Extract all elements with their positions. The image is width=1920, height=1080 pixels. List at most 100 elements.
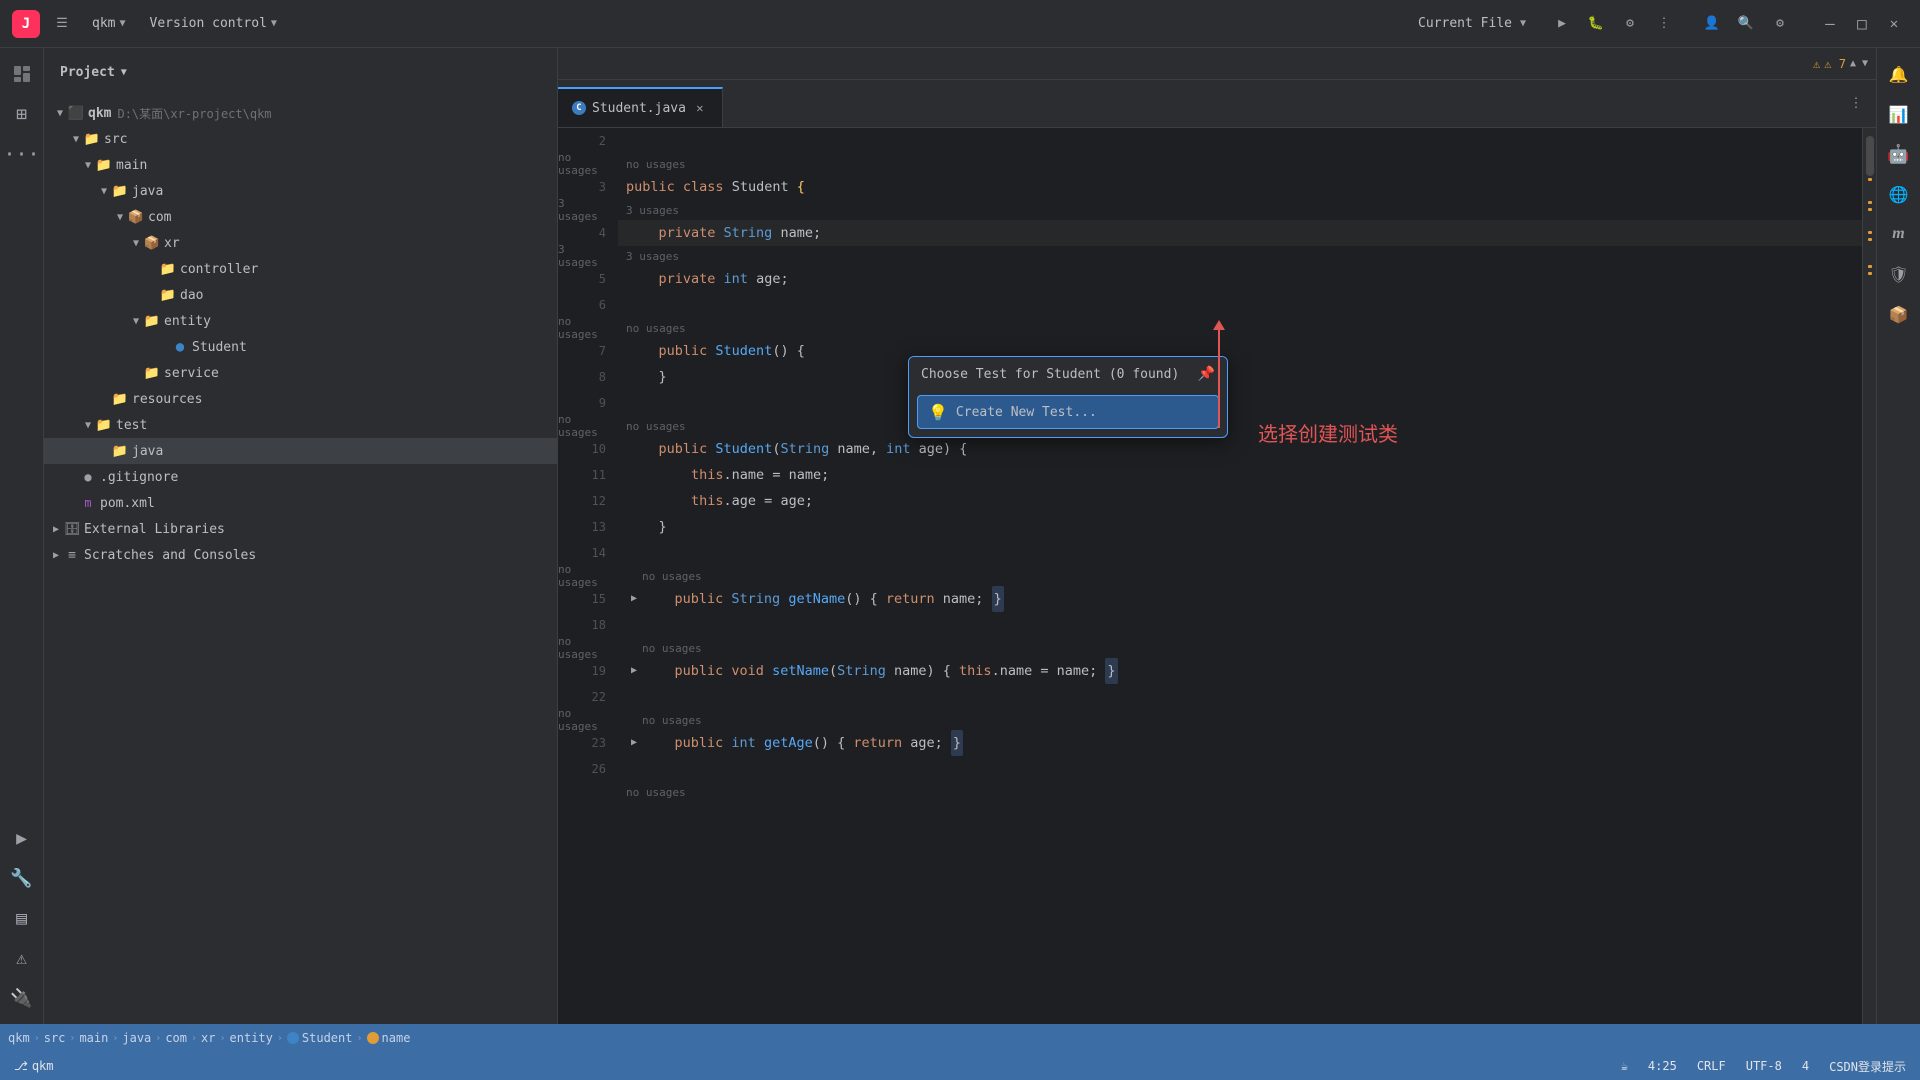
run-button[interactable]: ▶ — [1546, 8, 1578, 40]
line-10: 10 — [558, 436, 618, 462]
settings-button[interactable]: ⚙ — [1764, 8, 1796, 40]
tab-label: Student.java — [592, 101, 686, 116]
line-13: 13 — [558, 514, 618, 540]
maven-icon[interactable]: m — [1881, 216, 1917, 252]
bc-src[interactable]: src — [44, 1031, 66, 1045]
code-line-6 — [618, 292, 1862, 318]
browser-icon[interactable]: 🌐 — [1881, 176, 1917, 212]
tree-item-com[interactable]: ▼ 📦 com — [44, 204, 557, 230]
activity-icon-more[interactable]: ··· — [4, 136, 40, 172]
more-actions-button[interactable]: ⋮ — [1648, 8, 1680, 40]
vcs-selector[interactable]: Version control ▼ — [142, 12, 285, 35]
tree-item-qkm[interactable]: ▼ ⬛ qkm D:\某面\xr-project\qkm — [44, 100, 557, 126]
tree-item-scratches[interactable]: ▶ ≡ Scratches and Consoles — [44, 542, 557, 568]
type-int: int — [724, 266, 757, 292]
arrow-icon: ▼ — [68, 131, 84, 147]
profile-button[interactable]: ⚙ — [1614, 8, 1646, 40]
annotation-3usages-4: 3 usages — [558, 197, 606, 223]
status-csdn[interactable]: CSDN登录提示 — [1823, 1056, 1912, 1077]
activity-icon-structure[interactable]: ⊞ — [4, 96, 40, 132]
code-line-8: } — [618, 364, 1862, 390]
ai-assistant-icon[interactable]: 🤖 — [1881, 136, 1917, 172]
open-brace: { — [797, 174, 805, 200]
code-line-2 — [618, 128, 1862, 154]
activity-icon-run[interactable]: ▶ — [4, 820, 40, 856]
tree-item-gitignore[interactable]: ▶ ● .gitignore — [44, 464, 557, 490]
recent-files-button[interactable]: ⋮ — [1840, 87, 1872, 119]
status-java[interactable]: ☕ — [1615, 1057, 1634, 1075]
tree-label: .gitignore — [100, 470, 178, 485]
bc-main[interactable]: main — [79, 1031, 108, 1045]
type-string: String — [724, 220, 781, 246]
editor-scrollbar[interactable] — [1862, 128, 1876, 1024]
bc-com[interactable]: com — [165, 1031, 187, 1045]
tree-item-test-java[interactable]: ▶ 📁 java — [44, 438, 557, 464]
shield-icon[interactable]: 🛡 — [1881, 256, 1917, 292]
main-area: ⊞ ··· ▶ 🔧 ▤ ⚠ 🔌 Project ▼ ▼ ⬛ qkm D:\某面\… — [0, 48, 1920, 1024]
package-manager-icon[interactable]: 📦 — [1881, 296, 1917, 332]
tree-item-dao[interactable]: ▶ 📁 dao — [44, 282, 557, 308]
hamburger-menu-icon[interactable]: ☰ — [48, 10, 76, 38]
bc-name[interactable]: name — [382, 1031, 411, 1045]
bc-xr[interactable]: xr — [201, 1031, 215, 1045]
status-line-separator[interactable]: CRLF — [1691, 1057, 1732, 1075]
expand-warnings-icon[interactable]: ▲ — [1850, 58, 1856, 69]
bc-entity[interactable]: entity — [230, 1031, 273, 1045]
bc-java[interactable]: java — [122, 1031, 151, 1045]
line-7: 7 — [558, 338, 618, 364]
fold-icon-19[interactable]: ▶ — [626, 663, 642, 679]
account-icon[interactable]: 👤 — [1696, 8, 1728, 40]
tree-item-pomxml[interactable]: ▶ m pom.xml — [44, 490, 557, 516]
tree-item-java-src[interactable]: ▼ 📁 java — [44, 178, 557, 204]
tree-item-student[interactable]: ▶ ● Student — [44, 334, 557, 360]
tree-item-external-libs[interactable]: ▶ 🗄 External Libraries — [44, 516, 557, 542]
notifications-icon[interactable]: 🔔 — [1881, 56, 1917, 92]
pin-button[interactable]: 📌 — [1198, 366, 1215, 382]
activity-icon-project[interactable] — [4, 56, 40, 92]
tree-item-service[interactable]: ▶ 📁 service — [44, 360, 557, 386]
line-11: 11 — [558, 462, 618, 488]
warning-mark-4 — [1868, 231, 1872, 234]
code-line-22 — [618, 684, 1862, 710]
create-new-test-item[interactable]: 💡 Create New Test... — [917, 395, 1219, 429]
tab-close-button[interactable]: ✕ — [692, 100, 708, 116]
gutter: 2 no usages 3 3 usages 4 3 usages 5 6 no… — [558, 128, 618, 1024]
tree-item-test[interactable]: ▼ 📁 test — [44, 412, 557, 438]
status-branch[interactable]: ⎇ qkm — [8, 1057, 60, 1075]
bookmarks-icon[interactable]: 📊 — [1881, 96, 1917, 132]
tree-item-main[interactable]: ▼ 📁 main — [44, 152, 557, 178]
class-name: Student — [732, 174, 797, 200]
fold-icon-15[interactable]: ▶ — [626, 591, 642, 607]
tree-item-resources[interactable]: ▶ 📁 resources — [44, 386, 557, 412]
status-position[interactable]: 4:25 — [1642, 1057, 1683, 1075]
code-content[interactable]: no usages public class Student { 3 usage… — [618, 128, 1862, 1024]
run-config-selector[interactable]: Current File ▼ — [1406, 12, 1538, 35]
close-button[interactable]: ✕ — [1880, 10, 1908, 38]
maximize-button[interactable]: □ — [1848, 10, 1876, 38]
project-selector[interactable]: qkm ▼ — [84, 12, 134, 35]
activity-icon-problems[interactable]: ⚠ — [4, 940, 40, 976]
search-button[interactable]: 🔍 — [1730, 8, 1762, 40]
status-encoding[interactable]: UTF-8 — [1740, 1057, 1788, 1075]
status-indent[interactable]: 4 — [1796, 1057, 1815, 1075]
tree-item-xr[interactable]: ▼ 📦 xr — [44, 230, 557, 256]
activity-icon-plugins[interactable]: 🔌 — [4, 980, 40, 1016]
minimize-button[interactable]: — — [1816, 10, 1844, 38]
titlebar: J ☰ qkm ▼ Version control ▼ Current File… — [0, 0, 1920, 48]
project-panel-header[interactable]: Project ▼ — [44, 48, 557, 96]
activity-icon-tools[interactable]: 🔧 — [4, 860, 40, 896]
bc-qkm[interactable]: qkm — [8, 1031, 30, 1045]
activity-icon-terminal[interactable]: ▤ — [4, 900, 40, 936]
line-15: 15 — [558, 586, 618, 612]
debug-button[interactable]: 🐛 — [1580, 8, 1612, 40]
warning-badge[interactable]: ⚠ ⚠ 7 ▲ ▼ — [1813, 57, 1868, 71]
scrollbar-thumb[interactable] — [1866, 136, 1874, 176]
tree-item-src[interactable]: ▼ 📁 src — [44, 126, 557, 152]
tree-item-entity[interactable]: ▼ 📁 entity — [44, 308, 557, 334]
fold-icon-23[interactable]: ▶ — [626, 735, 642, 751]
tree-item-controller[interactable]: ▶ 📁 controller — [44, 256, 557, 282]
collapse-warnings-icon[interactable]: ▼ — [1862, 58, 1868, 69]
tab-student-java[interactable]: C Student.java ✕ — [558, 87, 723, 127]
bc-student[interactable]: Student — [302, 1031, 353, 1045]
chevron-down-icon: ▼ — [121, 67, 127, 78]
